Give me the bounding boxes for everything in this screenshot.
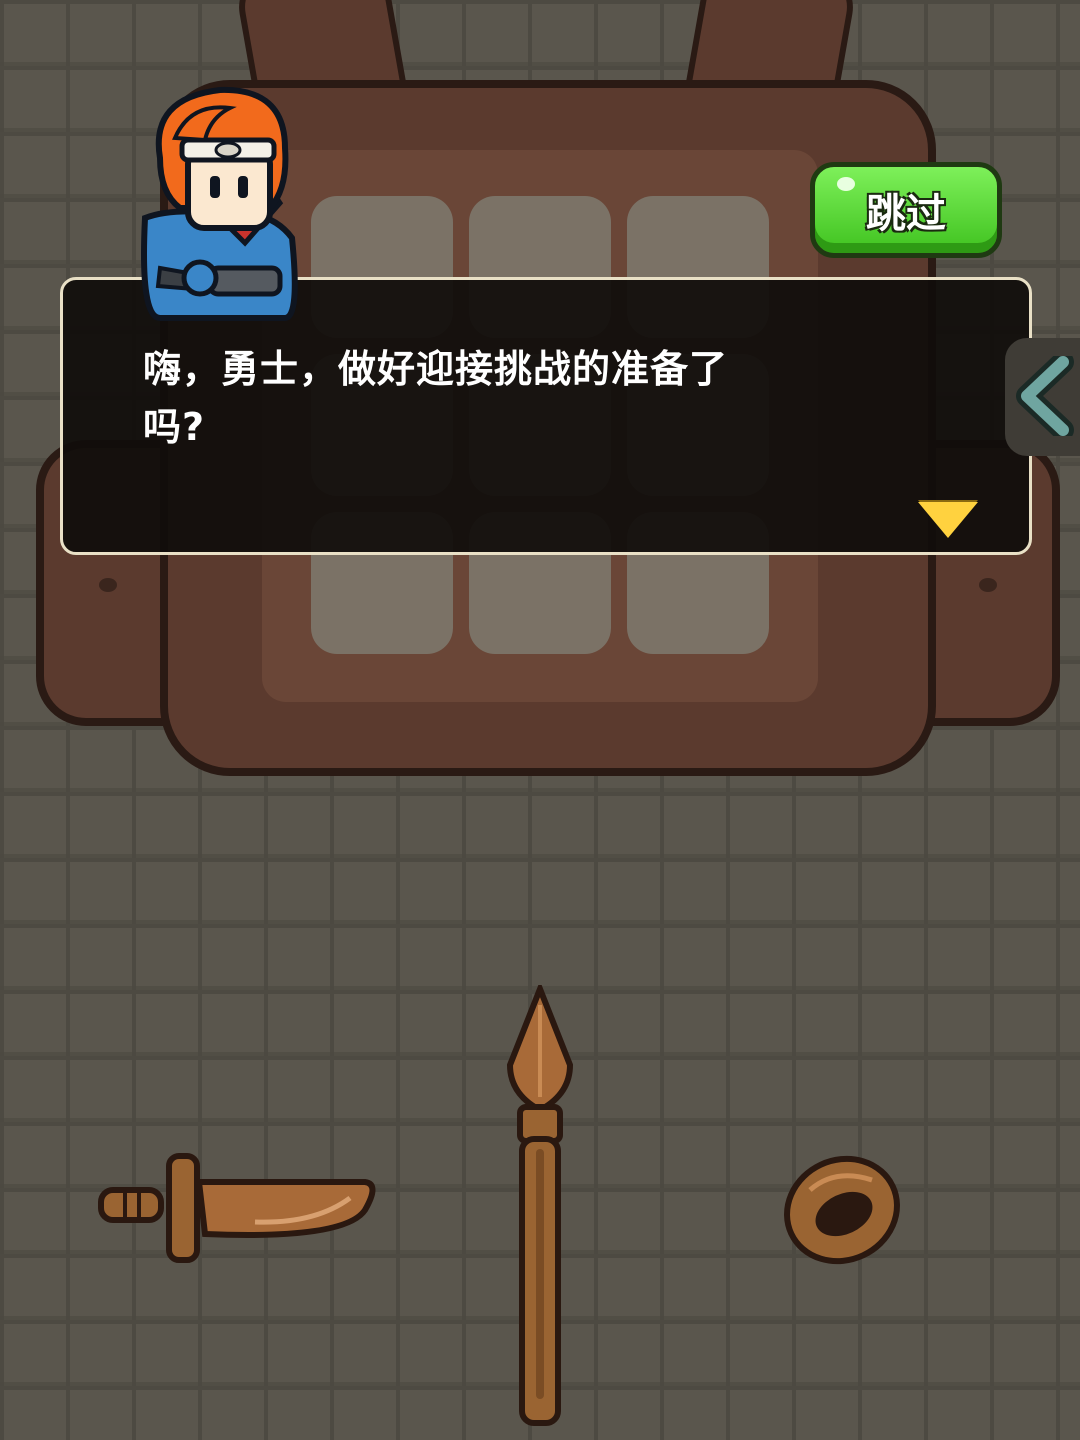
- chevron-left-icon: [1016, 356, 1074, 436]
- ring-icon[interactable]: [780, 1150, 905, 1274]
- spear-icon[interactable]: [490, 980, 590, 1439]
- sword-icon[interactable]: [95, 1150, 385, 1274]
- dialog-line-1: 嗨，勇士，做好迎接挑战的准备了: [143, 347, 729, 391]
- npc-portrait: [120, 78, 320, 328]
- side-panel-tab[interactable]: [1005, 338, 1080, 456]
- next-arrow-icon[interactable]: [918, 502, 978, 538]
- dialog-line-2: 吗?: [143, 405, 206, 449]
- skip-button-label: 跳过: [866, 191, 946, 237]
- dialog-text: 嗨，勇士，做好迎接挑战的准备了 吗?: [143, 340, 863, 456]
- skip-button[interactable]: 跳过: [810, 162, 1002, 258]
- button-shine: [837, 177, 855, 191]
